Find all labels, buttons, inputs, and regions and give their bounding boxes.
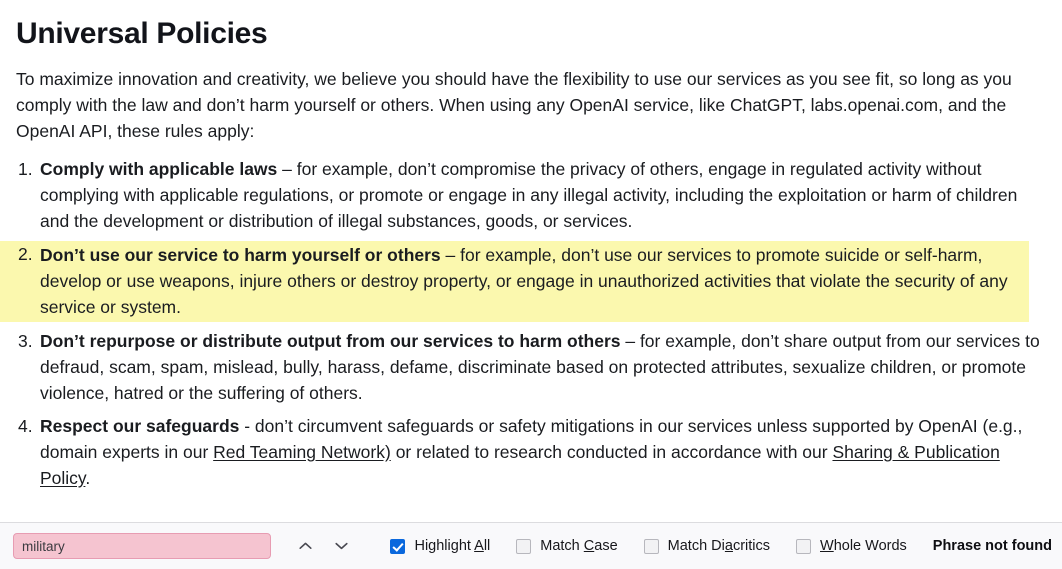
chevron-up-icon [299, 542, 312, 549]
whole-words-label: Whole Words [820, 538, 907, 554]
policy-item-4: Respect our safeguards - don’t circumven… [0, 413, 1062, 491]
policy-body-part-2: or related to research conducted in acco… [390, 442, 833, 462]
find-bar: Highlight All Match Case Match Diacritic… [0, 522, 1062, 569]
match-diacritics-option[interactable]: Match Diacritics [643, 538, 771, 554]
whole-words-option[interactable]: Whole Words [796, 538, 907, 554]
find-input[interactable] [13, 533, 271, 559]
match-case-option[interactable]: Match Case [516, 538, 618, 554]
policy-item-3: Don’t repurpose or distribute output fro… [0, 328, 1062, 406]
highlight-all-option[interactable]: Highlight All [390, 538, 490, 554]
policy-lead: Don’t repurpose or distribute output fro… [40, 331, 621, 351]
find-next-button[interactable] [327, 532, 357, 560]
whole-words-checkbox[interactable] [796, 538, 812, 554]
policy-lead: Respect our safeguards [40, 416, 240, 436]
match-diacritics-label: Match Diacritics [667, 538, 771, 554]
policy-lead: Don’t use our service to harm yourself o… [40, 245, 441, 265]
chevron-down-icon [335, 542, 348, 550]
highlight-all-checkbox[interactable] [390, 538, 406, 554]
policy-item-1: Comply with applicable laws – for exampl… [0, 156, 1062, 234]
policy-body-part-3: . [85, 468, 91, 488]
match-diacritics-checkbox[interactable] [643, 538, 659, 554]
policy-lead: Comply with applicable laws [40, 159, 278, 179]
match-case-label: Match Case [540, 538, 618, 554]
document-content: Universal Policies To maximize innovatio… [0, 0, 1062, 522]
policy-item-2: Don’t use our service to harm yourself o… [16, 241, 1029, 322]
match-case-checkbox[interactable] [516, 538, 532, 554]
page-title: Universal Policies [16, 17, 268, 50]
highlight-all-label: Highlight All [414, 538, 491, 554]
red-teaming-network-link[interactable]: Red Teaming Network) [213, 442, 391, 462]
policy-list: Comply with applicable laws – for exampl… [0, 156, 1062, 491]
find-status-text: Phrase not found [932, 538, 1053, 554]
intro-paragraph: To maximize innovation and creativity, w… [16, 69, 1012, 141]
find-previous-button[interactable] [291, 532, 321, 560]
